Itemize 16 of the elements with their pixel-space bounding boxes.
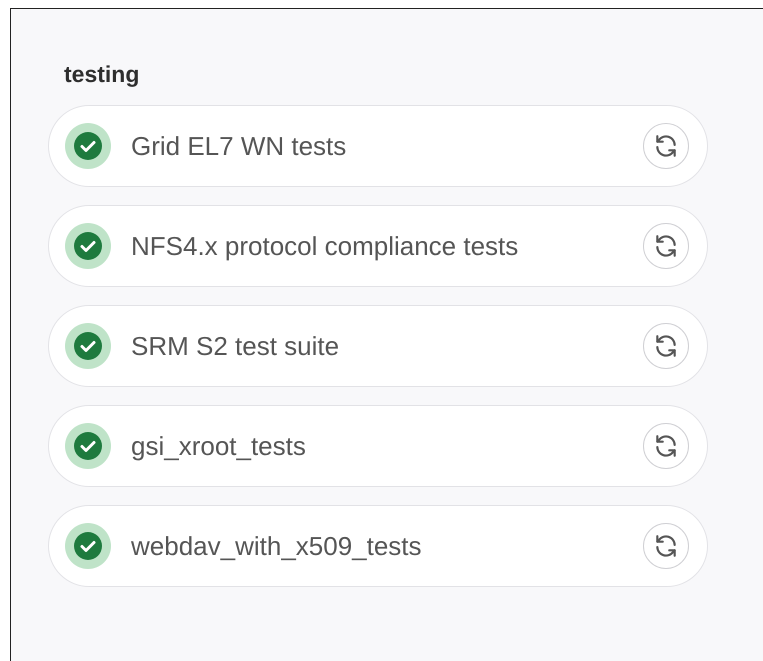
refresh-icon (653, 133, 679, 159)
refresh-icon (653, 533, 679, 559)
refresh-button[interactable] (643, 123, 689, 169)
test-name: webdav_with_x509_tests (131, 530, 423, 562)
refresh-button[interactable] (643, 423, 689, 469)
refresh-icon (653, 233, 679, 259)
test-name: Grid EL7 WN tests (131, 130, 348, 162)
refresh-icon (653, 433, 679, 459)
test-name: SRM S2 test suite (131, 330, 340, 362)
refresh-button[interactable] (643, 523, 689, 569)
test-name: gsi_xroot_tests (131, 430, 307, 462)
refresh-button[interactable] (643, 323, 689, 369)
section-title: testing (64, 61, 140, 88)
test-name: NFS4.x protocol compliance tests (131, 230, 520, 262)
refresh-button[interactable] (643, 223, 689, 269)
refresh-icon (653, 333, 679, 359)
